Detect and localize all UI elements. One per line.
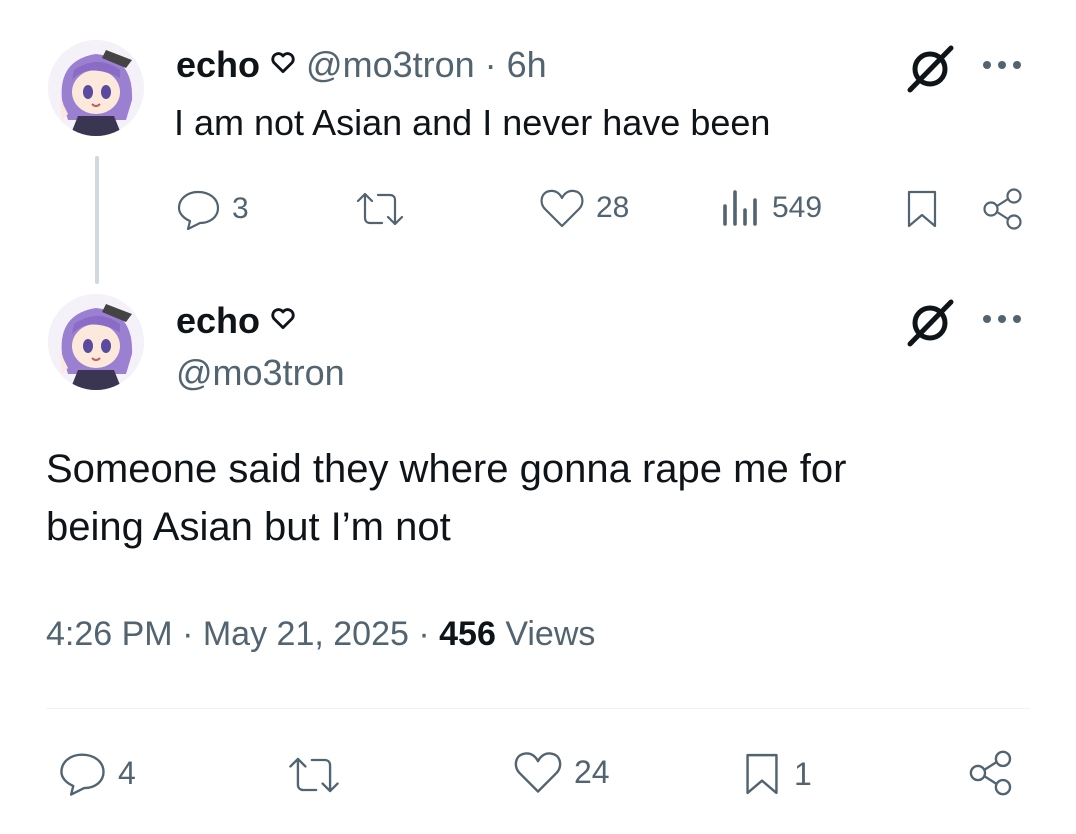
- reply-icon: [177, 190, 220, 231]
- author-name[interactable]: echo: [176, 44, 260, 86]
- more-icon[interactable]: [980, 312, 1024, 331]
- tweet-date[interactable]: May 21, 2025: [203, 615, 409, 653]
- share-icon[interactable]: [966, 748, 1016, 803]
- reply-tweet-text: I am not Asian and I never have been: [174, 102, 771, 143]
- time-ago[interactable]: 6h: [507, 44, 547, 86]
- avatar-image: [48, 40, 144, 136]
- reply-tweet-header: echo @mo3tron · 6h: [176, 40, 547, 90]
- more-icon[interactable]: [980, 58, 1024, 77]
- like-icon: [540, 189, 584, 228]
- retweet-icon: [289, 757, 339, 793]
- reply-icon: [60, 753, 105, 796]
- reply-action[interactable]: 3: [174, 186, 249, 232]
- divider: [46, 708, 1030, 709]
- tweet-time[interactable]: 4:26 PM: [46, 615, 173, 653]
- grok-icon[interactable]: [904, 42, 958, 101]
- like-action[interactable]: 28: [538, 186, 629, 230]
- views-icon: [723, 190, 757, 226]
- separator-dot: ·: [484, 44, 497, 85]
- bookmark-action[interactable]: 1: [742, 750, 812, 798]
- retweet-action[interactable]: [352, 188, 408, 235]
- author-handle[interactable]: @mo3tron: [176, 350, 345, 396]
- bookmark-icon: [746, 753, 778, 795]
- thread-connector: [95, 156, 99, 284]
- author-handle[interactable]: @mo3tron: [306, 44, 475, 86]
- reply-count: 3: [232, 192, 249, 225]
- like-action[interactable]: 24: [512, 748, 610, 796]
- heart-outline-icon: [270, 50, 296, 81]
- bookmark-count: 1: [794, 755, 812, 792]
- tweet-metadata: 4:26 PM · May 21, 2025 · 456 Views: [46, 612, 595, 656]
- like-count: 28: [596, 191, 630, 224]
- main-tweet-text: Someone said they where gonna rape me fo…: [46, 440, 1046, 556]
- grok-icon[interactable]: [904, 296, 958, 355]
- author-name[interactable]: echo: [176, 300, 260, 342]
- bookmark-icon[interactable]: [904, 188, 940, 235]
- avatar[interactable]: [48, 40, 144, 136]
- views-count: 549: [772, 191, 823, 224]
- separator-dot: ·: [182, 615, 194, 653]
- heart-outline-icon: [270, 306, 296, 337]
- views-count[interactable]: 456: [439, 615, 496, 653]
- views-label[interactable]: Views: [505, 615, 595, 653]
- avatar[interactable]: [48, 294, 144, 390]
- like-icon: [514, 752, 562, 793]
- main-tweet-header: echo: [176, 296, 296, 346]
- retweet-icon: [356, 192, 404, 226]
- main-tweet-text-line: Someone said they where gonna rape me fo…: [46, 447, 847, 491]
- retweet-action[interactable]: [284, 752, 344, 803]
- views-action[interactable]: 549: [720, 188, 822, 228]
- like-count: 24: [574, 753, 610, 790]
- separator-dot: ·: [418, 615, 430, 653]
- main-tweet-text-line: being Asian but I’m not: [46, 505, 451, 549]
- reply-action[interactable]: 4: [56, 748, 136, 798]
- share-icon[interactable]: [980, 186, 1026, 237]
- reply-count: 4: [118, 754, 136, 791]
- avatar-image: [48, 294, 144, 390]
